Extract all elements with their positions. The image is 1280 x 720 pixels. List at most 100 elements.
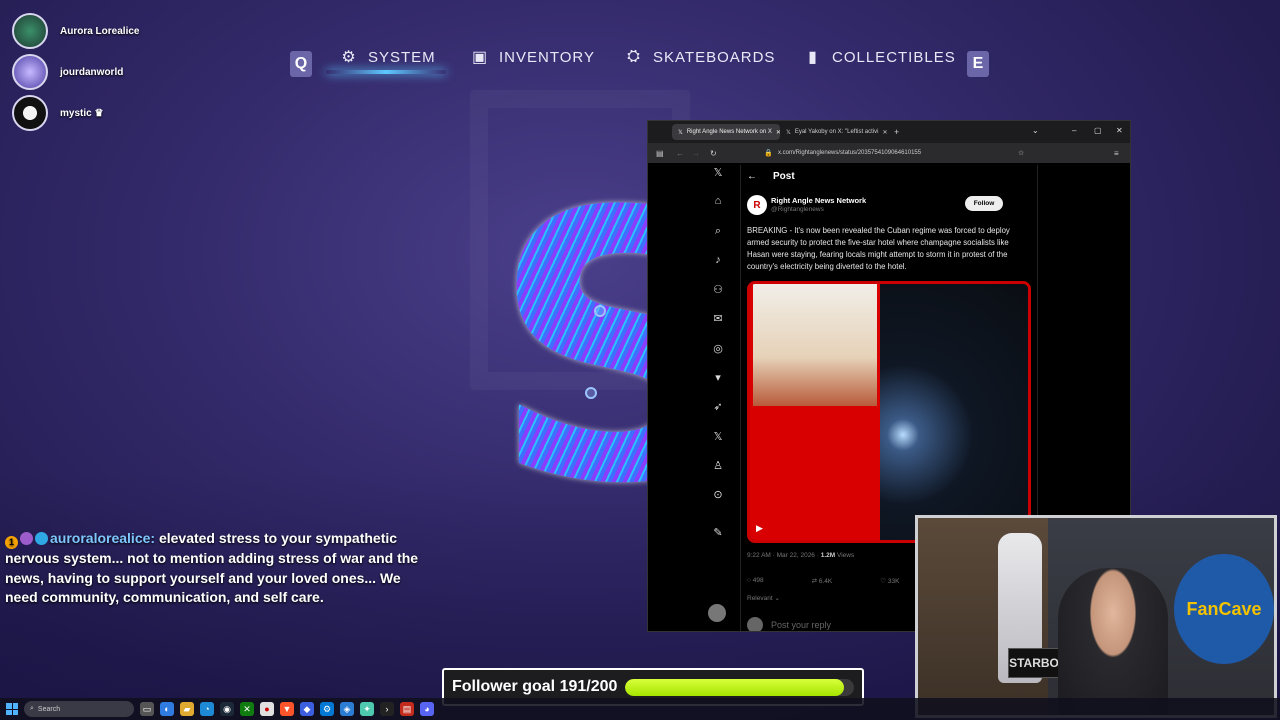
avatar [12, 95, 48, 131]
url-field[interactable]: x.com/Rightanglenews/status/203575410906… [778, 150, 921, 156]
menu-icon[interactable]: ≡ [1114, 149, 1119, 158]
taskbar-search[interactable]: ⌕ Search [24, 701, 134, 717]
follower-goal-label: Follower goal 191/200 [452, 678, 618, 695]
app-icon[interactable]: ✦ [360, 702, 374, 716]
search-icon: ⌕ [30, 705, 34, 712]
sort-label: Relevant [747, 595, 773, 602]
minimize-icon[interactable]: – [1072, 126, 1076, 135]
tab-title: Right Angle News Network on X [686, 129, 772, 135]
viewer-name: mystic ♛ [60, 107, 104, 119]
tab-label: INVENTORY [499, 48, 595, 66]
waypoint-marker [594, 305, 606, 317]
tab-title: Eyal Yakoby on X: "Leftist activi [794, 129, 879, 135]
rocket-icon[interactable]: ➶ [708, 400, 728, 429]
app-icon[interactable]: ▤ [400, 702, 414, 716]
follow-icon[interactable]: ⚇ [708, 283, 728, 312]
obs-icon[interactable]: ● [260, 702, 274, 716]
repost-action[interactable]: ⇄ 6.4K [812, 577, 833, 585]
viewer-aurora: Aurora Lorealice [12, 13, 139, 49]
lock-icon: 🔒 [764, 150, 773, 157]
like-action[interactable]: ♡ 33K [880, 577, 899, 585]
tab-inventory[interactable]: ▣ INVENTORY [471, 48, 595, 67]
new-tab-icon[interactable]: + [894, 127, 899, 137]
tab-label: SKATEBOARDS [653, 48, 776, 66]
backpack-icon: ▣ [471, 49, 489, 66]
post-time: 9:22 AM · Mar 22, 2026 · [747, 552, 819, 559]
account-avatar[interactable] [708, 604, 726, 622]
follow-button[interactable]: Follow [965, 196, 1003, 211]
xbox-icon[interactable]: ✕ [240, 702, 254, 716]
file-explorer-icon[interactable]: ▰ [180, 702, 194, 716]
author-handle[interactable]: @Rightanglenews [771, 206, 824, 213]
post-video[interactable]: ▶ [747, 281, 1031, 543]
browser-tabbar: 𝕏 Right Angle News Network on X ✕ 𝕏 Eyal… [648, 121, 1130, 143]
app-icon[interactable]: ⚙ [320, 702, 334, 716]
back-icon[interactable]: ← [676, 149, 684, 158]
notifications-icon[interactable]: ♪ [708, 254, 728, 283]
tab-skateboards[interactable]: ⛭ SKATEBOARDS [625, 48, 775, 66]
close-window-icon[interactable]: ✕ [1116, 126, 1123, 135]
profile-icon[interactable]: ♙ [708, 459, 728, 488]
reply-composer[interactable]: Post your reply [747, 617, 831, 631]
post-meta: 9:22 AM · Mar 22, 2026 · 1.2M Views [747, 552, 854, 559]
maximize-icon[interactable]: ▢ [1094, 126, 1102, 135]
browser-tab-active[interactable]: 𝕏 Right Angle News Network on X ✕ [672, 124, 780, 140]
search-icon[interactable]: ⌕ [708, 225, 728, 254]
streamer [1058, 568, 1168, 715]
messages-icon[interactable]: ✉ [708, 312, 728, 341]
chat-message: 1 auroralorealice: elevated stress to you… [5, 529, 435, 608]
x-logo-icon: 𝕏 [678, 129, 683, 136]
reply-action[interactable]: ○ 498 [747, 577, 764, 585]
forward-icon[interactable]: → [692, 149, 700, 158]
waypoint-marker [585, 387, 597, 399]
task-view-icon[interactable]: ▭ [140, 702, 154, 716]
brave-icon[interactable]: ▼ [280, 702, 294, 716]
star-icon[interactable]: ☆ [1018, 149, 1024, 157]
more-icon[interactable]: ⊙ [708, 488, 728, 517]
browser-tab[interactable]: 𝕏 Eyal Yakoby on X: "Leftist activi ✕ [780, 124, 888, 140]
sidebar-toggle-icon[interactable]: ▤ [656, 149, 664, 158]
avatar [747, 617, 763, 631]
app-icon[interactable]: ◈ [340, 702, 354, 716]
close-tab-icon[interactable]: ✕ [882, 129, 887, 136]
tab-system[interactable]: ⚙ SYSTEM [340, 48, 436, 67]
back-arrow-icon[interactable]: ← [747, 171, 757, 182]
bookmarks-icon[interactable]: ▾ [708, 371, 728, 400]
sort-replies[interactable]: Relevant ⌄ [747, 594, 780, 602]
post-text: BREAKING - It's now been revealed the Cu… [747, 226, 1010, 271]
menu-right-key[interactable]: E [967, 51, 989, 77]
taskbar: ⌕ Search ▭ ◐ ▰ ◔ ◉ ✕ ● ▼ ◆ ⚙ ◈ ✦ › ▤ ◕ [0, 698, 1280, 720]
post-button-icon[interactable]: ✎ [708, 526, 728, 555]
author-avatar[interactable]: R [747, 195, 767, 215]
heart-icon: ♡ [880, 578, 888, 585]
home-icon[interactable]: ⌂ [708, 195, 728, 224]
tab-list-icon[interactable]: ⌄ [1032, 126, 1039, 135]
discord-icon[interactable]: ◕ [420, 702, 434, 716]
windows-start-icon[interactable] [6, 703, 18, 715]
premium-icon[interactable]: 𝕏 [708, 430, 728, 459]
author-name[interactable]: Right Angle News Network [771, 196, 866, 205]
terminal-icon[interactable]: › [380, 702, 394, 716]
app-icon[interactable]: ◆ [300, 702, 314, 716]
tab-collectibles[interactable]: ▮ COLLECTIBLES [804, 48, 956, 67]
grok-icon[interactable]: ◎ [708, 342, 728, 371]
reply-count: 498 [752, 577, 764, 584]
viewer-jourdan: jourdanworld [12, 54, 123, 90]
badge-icon [20, 532, 33, 545]
viewer-name: jourdanworld [60, 66, 124, 78]
follower-goal-bar [625, 678, 854, 696]
menu-left-key[interactable]: Q [290, 51, 312, 77]
copilot-icon[interactable]: ◐ [160, 702, 174, 716]
x-nav-rail: 𝕏 ⌂ ⌕ ♪ ⚇ ✉ ◎ ▾ ➶ 𝕏 ♙ ⊙ ✎ [708, 166, 728, 555]
repost-count: 6.4K [818, 578, 833, 585]
page-title: Post [773, 171, 795, 182]
reload-icon[interactable]: ↻ [710, 149, 717, 158]
play-icon[interactable]: ▶ [756, 523, 763, 534]
steam-icon[interactable]: ◉ [220, 702, 234, 716]
x-logo-icon[interactable]: 𝕏 [708, 166, 728, 195]
video-photo-inset [753, 284, 877, 406]
tab-label: COLLECTIBLES [832, 48, 956, 66]
edge-icon[interactable]: ◔ [200, 702, 214, 716]
badge-icon [35, 532, 48, 545]
post-header: ← Post [747, 171, 795, 182]
